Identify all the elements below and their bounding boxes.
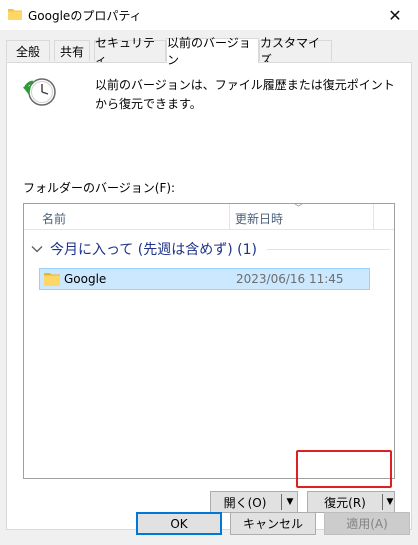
tab-label: 以前のバージョン <box>167 36 251 67</box>
sort-indicator-icon: ﹀ <box>294 204 304 214</box>
cancel-button-label: キャンセル <box>242 517 303 531</box>
apply-button-label: 適用(A) <box>346 517 388 531</box>
column-divider[interactable] <box>373 204 374 229</box>
item-modified: 2023/06/16 11:45 <box>236 272 344 286</box>
split-divider <box>382 494 383 510</box>
open-dropdown-arrow-icon[interactable]: ▼ <box>283 492 297 512</box>
tab-customize[interactable]: カスタマイズ <box>259 36 332 67</box>
restore-button-label: 復元(R) <box>324 495 366 510</box>
chevron-down-icon <box>31 246 43 253</box>
restore-button[interactable]: 復元(R) <box>308 492 382 512</box>
folder-icon <box>8 9 22 20</box>
folder-icon <box>44 273 60 286</box>
split-divider <box>281 494 282 510</box>
column-header-name[interactable]: 名前 <box>42 210 66 227</box>
title-bar: Googleのプロパティ ✕ <box>0 0 418 30</box>
clock-restore-icon <box>23 78 56 106</box>
item-name: Google <box>64 272 107 286</box>
tab-security[interactable]: セキュリティ <box>94 36 166 67</box>
restore-dropdown-arrow-icon[interactable]: ▼ <box>384 492 396 512</box>
versions-list[interactable]: 名前 更新日時 ﹀ 今月に入って (先週は含めず) (1) Google 202… <box>23 203 395 479</box>
list-item[interactable]: Google 2023/06/16 11:45 <box>39 268 370 290</box>
open-split-button[interactable]: 開く(O) ▼ <box>210 491 298 513</box>
tab-label: 全般 <box>15 44 40 59</box>
close-button[interactable]: ✕ <box>372 0 418 30</box>
ok-button[interactable]: OK <box>136 512 222 535</box>
folder-versions-label: フォルダーのバージョン(F): <box>23 181 176 195</box>
tab-sharing[interactable]: 共有 <box>54 40 90 61</box>
tab-general[interactable]: 全般 <box>6 40 50 61</box>
open-button[interactable]: 開く(O) <box>211 492 279 512</box>
cancel-button[interactable]: キャンセル <box>230 512 316 535</box>
dialog-body: 全般 共有 セキュリティ 以前のバージョン カスタマイズ 以前のバージョンは、フ… <box>0 30 418 545</box>
open-button-label: 開く(O) <box>223 495 267 510</box>
column-header-modified[interactable]: 更新日時 <box>235 210 283 227</box>
ok-button-label: OK <box>170 516 188 531</box>
column-divider[interactable] <box>229 204 230 229</box>
apply-button: 適用(A) <box>324 512 410 535</box>
list-header: 名前 更新日時 ﹀ <box>24 204 394 230</box>
group-header[interactable]: 今月に入って (先週は含めず) (1) <box>30 238 390 260</box>
window-title: Googleのプロパティ <box>28 9 142 23</box>
tab-label: 共有 <box>59 44 84 59</box>
tab-previous-versions[interactable]: 以前のバージョン <box>166 36 259 67</box>
description-text: 以前のバージョンは、ファイル履歴または復元ポイントから復元できます。 <box>95 78 395 111</box>
close-icon: ✕ <box>388 5 402 25</box>
restore-split-button[interactable]: 復元(R) ▼ <box>307 491 395 513</box>
previous-versions-panel: 以前のバージョンは、ファイル履歴または復元ポイントから復元できます。 フォルダー… <box>6 62 412 530</box>
group-divider <box>266 248 390 250</box>
group-label: 今月に入って (先週は含めず) (1) <box>50 242 257 258</box>
